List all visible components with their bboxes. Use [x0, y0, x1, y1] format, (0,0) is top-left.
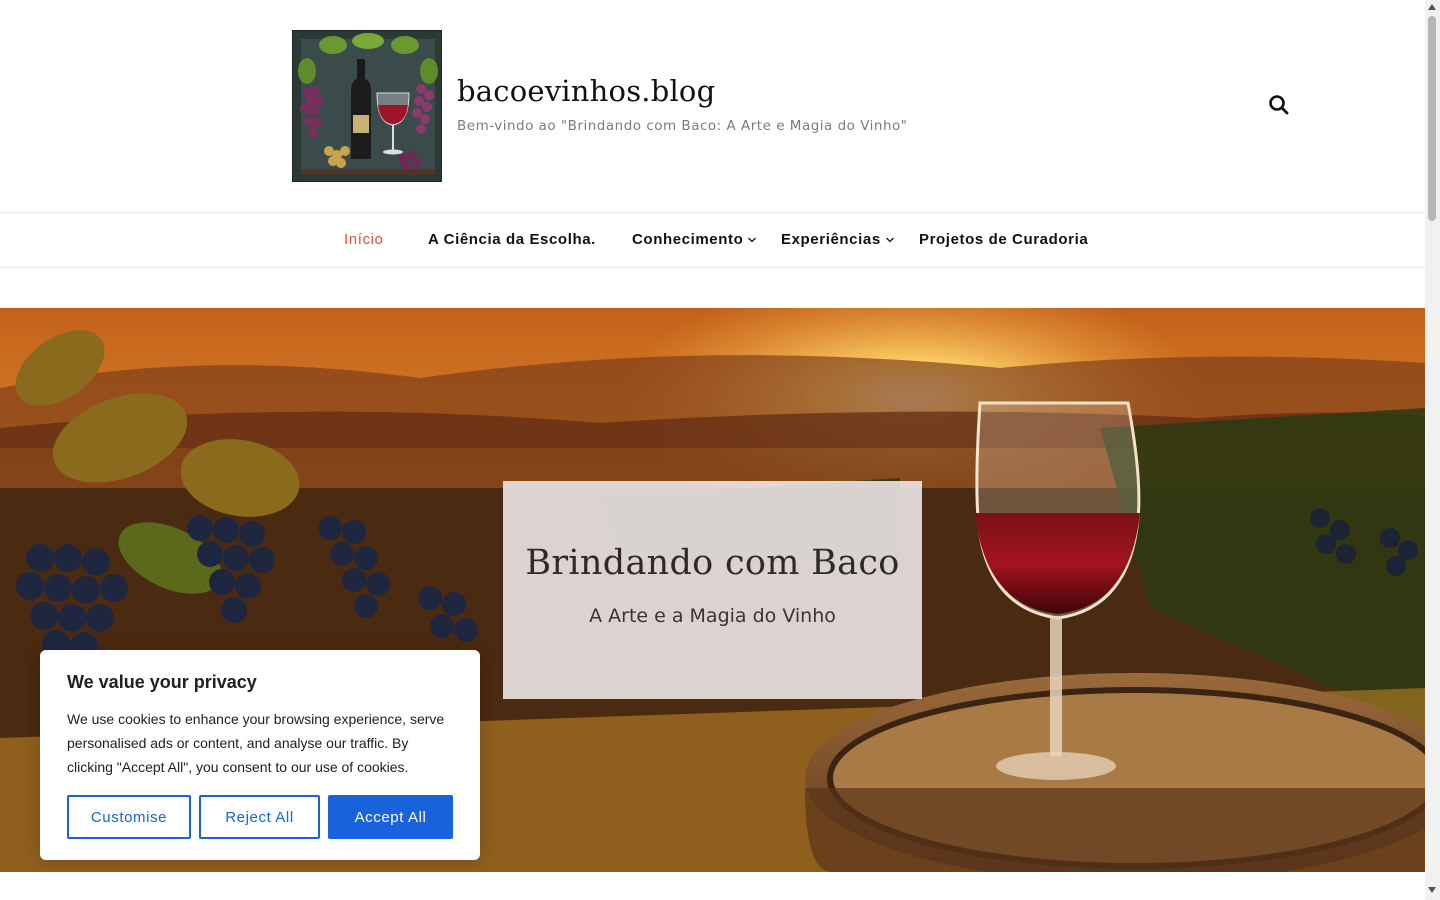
- cookie-banner-title: We value your privacy: [67, 672, 257, 692]
- nav-item-label: Experiências: [781, 231, 881, 248]
- cookie-banner-actions: Customise Reject All Accept All: [67, 795, 453, 839]
- scrollbar-thumb[interactable]: [1428, 16, 1436, 221]
- cookie-banner-text: We use cookies to enhance your browsing …: [67, 711, 445, 775]
- hero-caption-card: Brindando com Baco A Arte e a Magia do V…: [503, 481, 922, 699]
- cookie-consent-banner: We value your privacy We use cookies to …: [40, 650, 480, 860]
- customise-button[interactable]: Customise: [67, 795, 191, 839]
- scroll-up-arrow-icon[interactable]: [1428, 4, 1436, 10]
- nav-item-label: Conhecimento: [632, 231, 744, 248]
- site-header: bacoevinhos.blog Bem-vindo ao "Brindando…: [0, 0, 1425, 212]
- nav-item-label: Início: [344, 231, 384, 248]
- nav-item-conhecimento[interactable]: Conhecimento: [632, 231, 757, 248]
- site-tagline: Bem-vindo ao "Brindando com Baco: A Arte…: [457, 118, 908, 134]
- page-scrollbar[interactable]: [1425, 0, 1440, 900]
- hero-title: Brindando com Baco: [525, 543, 900, 583]
- nav-item-experiencias[interactable]: Experiências: [781, 231, 895, 248]
- search-button[interactable]: [1266, 92, 1292, 118]
- hero-subtitle: A Arte e a Magia do Vinho: [589, 605, 836, 627]
- nav-item-label: Projetos de Curadoria: [919, 231, 1089, 248]
- site-branding: bacoevinhos.blog Bem-vindo ao "Brindando…: [457, 74, 908, 134]
- nav-item-label: A Ciência da Escolha.: [428, 231, 596, 248]
- site-logo[interactable]: [292, 30, 442, 182]
- reject-all-button[interactable]: Reject All: [199, 795, 320, 839]
- main-navigation: Início A Ciência da Escolha. Conheciment…: [0, 212, 1425, 268]
- chevron-down-icon: [748, 237, 757, 242]
- nav-item-ciencia-da-escolha[interactable]: A Ciência da Escolha.: [428, 231, 596, 248]
- accept-all-button[interactable]: Accept All: [328, 795, 453, 839]
- search-icon: [1269, 95, 1289, 115]
- scroll-down-arrow-icon[interactable]: [1428, 887, 1436, 893]
- chevron-down-icon: [885, 237, 894, 242]
- nav-item-inicio[interactable]: Início: [344, 231, 383, 248]
- nav-item-projetos-de-curadoria[interactable]: Projetos de Curadoria: [919, 231, 1088, 248]
- site-title[interactable]: bacoevinhos.blog: [457, 74, 908, 108]
- wine-bottle-grapes-logo: [293, 31, 441, 181]
